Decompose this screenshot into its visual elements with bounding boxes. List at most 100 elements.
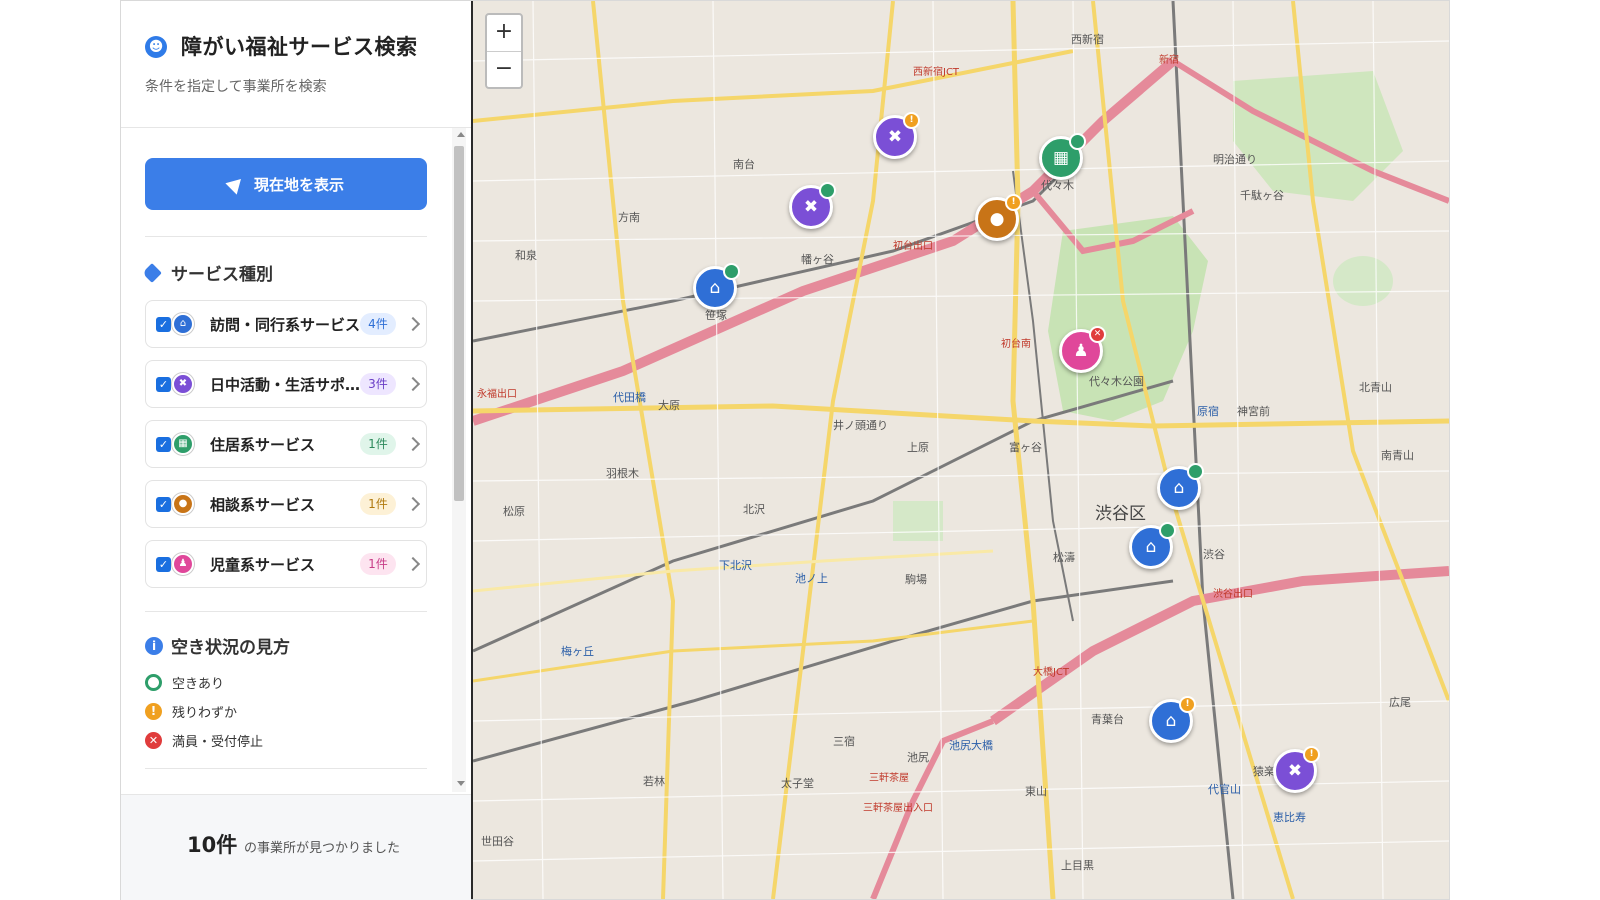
- consultation-checkbox[interactable]: ✓: [156, 496, 171, 512]
- service-filter-residence[interactable]: ✓ ▦ 住居系サービス 1件: [145, 420, 427, 468]
- map-label-wakabayashi: 若林: [643, 775, 665, 788]
- map-label-shimokitazawa: 下北沢: [719, 559, 752, 572]
- map-label-shibuya: 渋谷: [1203, 548, 1225, 561]
- service-count-badge: 4件: [360, 313, 396, 335]
- map-label-mishuku: 三宿: [833, 735, 855, 748]
- map-view[interactable]: + − 渋谷区 代々木 千駄ヶ谷 原宿 神宮前 渋谷 恵比寿 代官山 幡ヶ谷 笹…: [473, 1, 1449, 899]
- few-status-badge: !: [903, 112, 920, 129]
- map-label-umegaoka: 梅ヶ丘: [561, 645, 594, 658]
- map-label-ohashi-jct: 大橋JCT: [1033, 667, 1070, 678]
- map-label-shibuya-ku: 渋谷区: [1095, 504, 1146, 524]
- facility-marker-daytime[interactable]: ✖: [789, 182, 836, 229]
- facility-marker-visit[interactable]: ⌂ !: [1149, 696, 1196, 743]
- available-status-badge: [1159, 522, 1176, 539]
- service-count-badge: 1件: [360, 433, 396, 455]
- legend-label: 空きあり: [172, 677, 225, 692]
- map-label-kamihara: 上原: [907, 441, 929, 454]
- map-label-hatagaya: 幡ヶ谷: [801, 253, 834, 266]
- facility-marker-visit[interactable]: ⌂: [1157, 463, 1204, 510]
- service-filter-daytime[interactable]: ✓ ✖ 日中活動・生活サポ… 3件: [145, 360, 427, 408]
- legend-full: ✕ 満員・受付停止: [145, 731, 263, 750]
- map-label-shinjuku: 新宿: [1159, 55, 1179, 66]
- warning-status-icon: !: [145, 703, 162, 720]
- zoom-control: + −: [485, 13, 523, 89]
- available-status-badge: [1187, 463, 1204, 480]
- service-label: 住居系サービス: [210, 435, 316, 454]
- available-status-icon: [145, 674, 162, 691]
- location-arrow-icon: [225, 173, 247, 195]
- residence-checkbox[interactable]: ✓: [156, 436, 171, 452]
- service-count-badge: 1件: [360, 493, 396, 515]
- service-type-title: サービス種別: [171, 265, 273, 285]
- map-label-sangenjaya: 三軒茶屋: [869, 773, 909, 784]
- map-label-ebisu: 恵比寿: [1273, 811, 1306, 824]
- sidebar-scrollbar-thumb[interactable]: [454, 146, 464, 501]
- show-current-location-button[interactable]: 現在地を表示: [145, 158, 427, 210]
- info-icon: i: [145, 636, 163, 655]
- service-label: 訪問・同行系サービス: [210, 315, 361, 334]
- chevron-right-icon: [405, 376, 421, 392]
- few-status-badge: !: [1303, 746, 1320, 763]
- visit-checkbox[interactable]: ✓: [156, 316, 171, 332]
- daytime-checkbox[interactable]: ✓: [156, 376, 171, 392]
- map-label-nishishinjuku-jct: 西新宿JCT: [913, 67, 960, 78]
- map-label-shibuya-iriguchi: 渋谷出口: [1213, 589, 1253, 600]
- scroll-up-arrow-icon[interactable]: [457, 132, 465, 137]
- service-type-heading: サービス種別: [142, 260, 273, 285]
- legend-label: 残りわずか: [172, 706, 238, 721]
- map-label-kita-aoyama: 北青山: [1359, 381, 1392, 394]
- app-window: ☻ 障がい福祉サービス検索 条件を指定して事業所を検索 現在地を表示 サービス種…: [120, 0, 1450, 900]
- chevron-right-icon: [405, 556, 421, 572]
- facility-marker-visit[interactable]: ⌂: [693, 263, 740, 310]
- facility-marker-consultation[interactable]: ● !: [975, 194, 1022, 241]
- map-label-hatsudai-minami: 初台南: [1001, 339, 1031, 350]
- map-label-izumi: 和泉: [515, 249, 537, 262]
- map-label-ino-kashira: 井ノ頭通り: [833, 419, 888, 432]
- map-label-jingumae: 神宮前: [1237, 405, 1270, 418]
- service-filter-visit[interactable]: ✓ ⌂ 訪問・同行系サービス 4件: [145, 300, 427, 348]
- map-label-kamimeguro: 上目黒: [1061, 859, 1094, 872]
- legend-label: 満員・受付停止: [172, 735, 264, 750]
- zoom-out-button[interactable]: −: [487, 51, 521, 88]
- service-label: 相談系サービス: [210, 495, 316, 514]
- service-count-badge: 3件: [360, 373, 396, 395]
- show-current-location-label: 現在地を表示: [253, 175, 344, 194]
- map-label-kitazawa: 北沢: [743, 503, 765, 516]
- map-label-minamidai: 南台: [733, 158, 755, 171]
- map-label-harajuku: 原宿: [1197, 405, 1219, 418]
- facility-marker-visit[interactable]: ⌂: [1129, 522, 1176, 569]
- map-label-setagaya: 世田谷: [481, 835, 514, 848]
- legend-available: 空きあり: [145, 673, 224, 692]
- service-filter-children[interactable]: ✓ ♟ 児童系サービス 1件: [145, 540, 427, 588]
- map-label-ikejiri-ohashi: 池尻大橋: [949, 739, 993, 752]
- app-title: 障がい福祉サービス検索: [181, 35, 418, 59]
- map-label-hanegi: 羽根木: [606, 467, 639, 480]
- children-checkbox[interactable]: ✓: [156, 556, 171, 572]
- legend-title: 空き状況の見方: [171, 638, 290, 658]
- sidebar-scroll-area: 現在地を表示 サービス種別 ✓ ⌂ 訪問・同行系サービス 4件 ✓ ✖ 日中活動…: [121, 128, 471, 808]
- legend-heading: i 空き状況の見方: [145, 633, 290, 658]
- map-label-matsuba: 松濤: [1053, 551, 1075, 564]
- map-label-eifuku-iriguchi: 永福出口: [477, 389, 517, 400]
- map-label-komaba: 駒場: [905, 573, 927, 586]
- facility-marker-daytime[interactable]: ✖ !: [1273, 746, 1320, 793]
- result-text: の事業所が見つかりました: [244, 841, 401, 856]
- map-label-tomigaya: 富ヶ谷: [1009, 441, 1042, 454]
- scroll-down-arrow-icon[interactable]: [457, 781, 465, 786]
- chevron-right-icon: [405, 496, 421, 512]
- tools-icon: ✖: [172, 373, 194, 395]
- chat-icon: ●: [172, 493, 194, 515]
- service-filter-consultation[interactable]: ✓ ● 相談系サービス 1件: [145, 480, 427, 528]
- available-status-badge: [1069, 133, 1086, 150]
- facility-marker-residence[interactable]: ▦: [1039, 133, 1086, 180]
- zoom-in-button[interactable]: +: [487, 15, 521, 51]
- service-label: 児童系サービス: [210, 555, 316, 574]
- map-label-hiroo: 広尾: [1389, 696, 1411, 709]
- results-footer: 10件 の事業所が見つかりました: [121, 794, 471, 900]
- facility-marker-daytime[interactable]: ✖ !: [873, 112, 920, 159]
- facility-marker-children[interactable]: ♟ ✕: [1059, 326, 1106, 373]
- available-status-badge: [723, 263, 740, 280]
- full-status-icon: ✕: [145, 732, 162, 749]
- home-icon: ⌂: [172, 313, 194, 335]
- divider: [145, 611, 427, 612]
